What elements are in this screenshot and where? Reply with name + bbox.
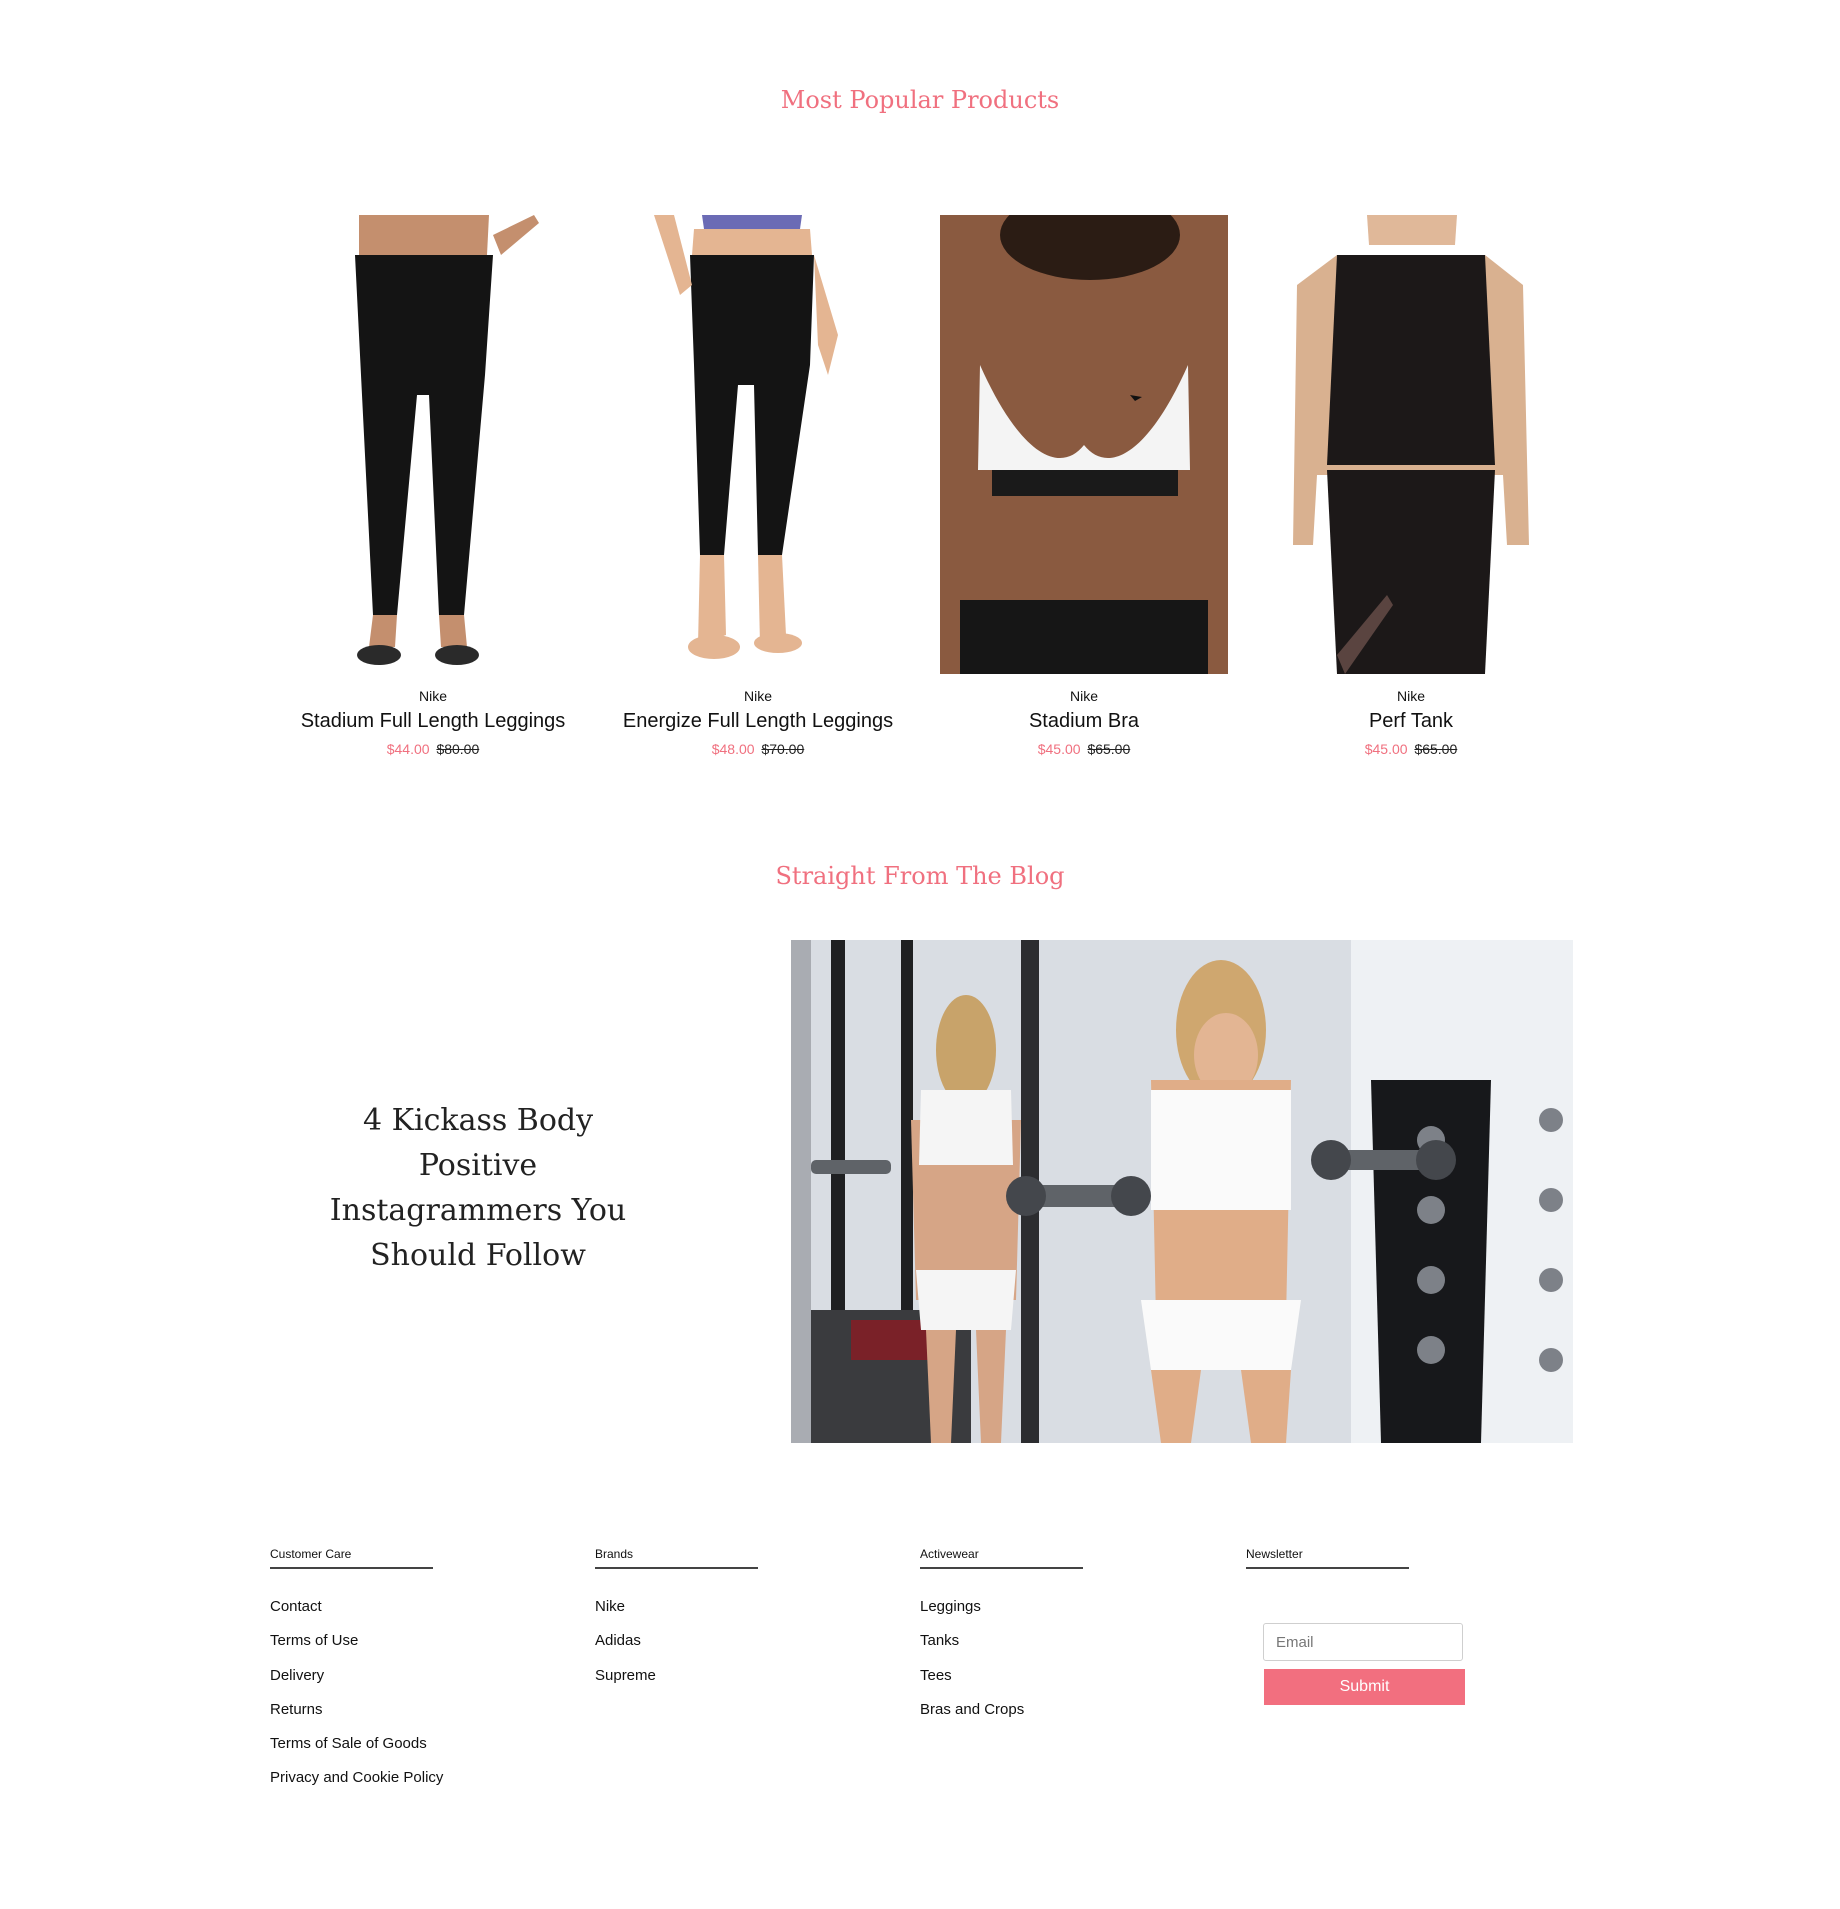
footer-link-nike[interactable]: Nike: [595, 1597, 758, 1631]
popular-products-title: Most Popular Products: [780, 86, 1060, 114]
footer-link-tanks[interactable]: Tanks: [920, 1631, 1083, 1665]
product-name[interactable]: Stadium Full Length Leggings: [271, 710, 595, 733]
product-brand: Nike: [1396, 688, 1425, 704]
product-price: $44.00 $80.00: [271, 741, 595, 757]
newsletter-submit-button[interactable]: Submit: [1264, 1669, 1465, 1705]
footer-link-privacy-policy[interactable]: Privacy and Cookie Policy: [270, 1768, 443, 1802]
footer-link-terms-of-sale[interactable]: Terms of Sale of Goods: [270, 1734, 443, 1768]
footer-activewear: Activewear Leggings Tanks Tees Bras and …: [920, 1547, 1083, 1734]
product-card[interactable]: Nike Perf Tank $45.00 $65.00: [1249, 215, 1573, 757]
footer-customer-care: Customer Care Contact Terms of Use Deliv…: [270, 1547, 443, 1803]
original-price: $65.00: [1087, 741, 1131, 757]
footer-column-title: Customer Care: [270, 1547, 433, 1569]
original-price: $65.00: [1414, 741, 1458, 757]
product-brand: Nike: [743, 688, 772, 704]
product-card[interactable]: Nike Stadium Bra $45.00 $65.00: [922, 215, 1246, 757]
blog-post-image[interactable]: [791, 940, 1573, 1443]
footer-link-terms-of-use[interactable]: Terms of Use: [270, 1631, 443, 1665]
product-image-bra[interactable]: [940, 215, 1228, 674]
product-brand: Nike: [1069, 688, 1098, 704]
sale-price: $45.00: [1037, 741, 1081, 757]
footer-link-delivery[interactable]: Delivery: [270, 1666, 443, 1700]
footer-link-contact[interactable]: Contact: [270, 1597, 443, 1631]
footer-column-title: Activewear: [920, 1547, 1083, 1569]
product-image-leggings[interactable]: [289, 215, 577, 674]
product-price: $48.00 $70.00: [596, 741, 920, 757]
product-brand: Nike: [418, 688, 447, 704]
footer-newsletter: Newsletter: [1246, 1547, 1409, 1569]
sale-price: $48.00: [711, 741, 755, 757]
product-name[interactable]: Energize Full Length Leggings: [596, 710, 920, 733]
footer-link-tees[interactable]: Tees: [920, 1666, 1083, 1700]
blog-post-headline[interactable]: 4 Kickass Body Positive Instagrammers Yo…: [318, 1098, 638, 1278]
product-price: $45.00 $65.00: [922, 741, 1246, 757]
product-image-leggings[interactable]: [614, 215, 902, 674]
blog-section-title: Straight From The Blog: [775, 862, 1065, 890]
original-price: $70.00: [761, 741, 805, 757]
product-image-tank[interactable]: [1267, 215, 1555, 674]
footer-link-supreme[interactable]: Supreme: [595, 1666, 758, 1700]
product-card[interactable]: Nike Energize Full Length Leggings $48.0…: [596, 215, 920, 757]
footer-column-title: Newsletter: [1246, 1547, 1409, 1569]
footer-link-bras-and-crops[interactable]: Bras and Crops: [920, 1700, 1083, 1734]
footer-link-returns[interactable]: Returns: [270, 1700, 443, 1734]
product-card[interactable]: Nike Stadium Full Length Leggings $44.00…: [271, 215, 595, 757]
footer-column-title: Brands: [595, 1547, 758, 1569]
product-price: $45.00 $65.00: [1249, 741, 1573, 757]
footer-brands: Brands Nike Adidas Supreme: [595, 1547, 758, 1700]
footer-link-leggings[interactable]: Leggings: [920, 1597, 1083, 1631]
product-name[interactable]: Stadium Bra: [922, 710, 1246, 733]
sale-price: $44.00: [386, 741, 430, 757]
sale-price: $45.00: [1364, 741, 1408, 757]
footer-link-adidas[interactable]: Adidas: [595, 1631, 758, 1665]
product-name[interactable]: Perf Tank: [1249, 710, 1573, 733]
original-price: $80.00: [436, 741, 480, 757]
newsletter-email-input[interactable]: [1263, 1623, 1463, 1661]
